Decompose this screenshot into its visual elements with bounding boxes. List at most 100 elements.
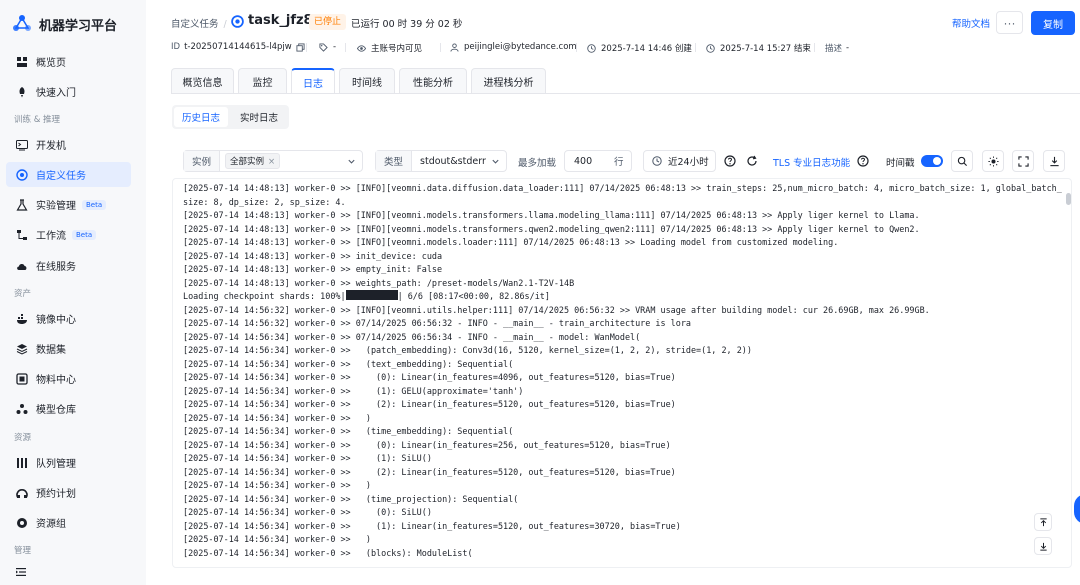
max-lines-input[interactable]: 400 行 [564,150,632,172]
log-line: [2025-07-14 14:56:34] worker-0 >> (2): L… [183,399,676,409]
search-icon [957,156,967,166]
breadcrumb-separator: / [223,19,227,30]
tag-close-icon[interactable]: × [268,157,275,167]
sidebar-item-online-service[interactable]: 在线服务 [6,253,131,278]
fullscreen-button[interactable] [1012,150,1034,172]
chevron-down-icon [348,159,355,164]
brand[interactable]: 机器学习平台 [12,13,117,35]
type-value: stdout&stderr [420,155,486,167]
time-range-picker[interactable]: 近24小时 [643,150,716,172]
platform-logo-icon [13,15,31,31]
log-line: [2025-07-14 14:56:34] worker-0 >> ) [183,534,371,544]
sidebar-item-label: 在线服务 [36,262,76,273]
log-line: [2025-07-14 14:48:13] worker-0 >> init_d… [183,250,443,261]
tab-logs[interactable]: 日志 [291,68,335,94]
schedule-icon [16,487,28,499]
sidebar-item-custom-task[interactable]: 自定义任务 [6,162,131,187]
scroll-top-button[interactable] [1034,513,1052,531]
log-line: [2025-07-14 14:56:34] worker-0 >> (1): S… [183,453,432,463]
created-value: 2025-7-14 14:46 创建 [601,44,692,54]
help-docs-link[interactable]: 帮助文档 [952,16,990,30]
log-line: [2025-07-14 14:56:34] worker-0 >> (1): G… [183,385,524,396]
log-line: Loading checkpoint shards: 100%| | 6/6 [0… [183,290,1063,304]
sidebar-item-dataset[interactable]: 数据集 [6,336,131,361]
sidebar-item-label: 工作流 [36,231,66,242]
sidebar-item-label: 镜像中心 [36,315,76,326]
meta-divider [440,43,441,52]
sidebar-item-devmachine[interactable]: 开发机 [6,132,131,157]
sidebar-item-label: 队列管理 [36,459,76,470]
scroll-bottom-button[interactable] [1034,537,1052,555]
user-icon [450,42,459,52]
meta-divider [576,43,577,52]
tab-monitor[interactable]: 监控 [238,68,287,93]
sidebar-item-overview[interactable]: 概览页 [6,49,131,74]
beta-badge: Beta [82,199,107,210]
subtab-realtime-logs[interactable]: 实时日志 [231,107,287,127]
sidebar-item-schedule[interactable]: 预约计划 [6,480,131,505]
sidebar-group-training: 训练 & 推理 [14,115,61,125]
log-line: [2025-07-14 14:56:34] worker-0 >> (text_… [183,358,514,369]
main-content: 自定义任务 / task_jfz8s 已停止 已运行 00 时 39 分 02 秒… [146,0,1080,585]
theme-button[interactable] [982,150,1004,172]
sidebar: 机器学习平台 概览页 快速入门 训练 & 推理 开发机 自定义任务 实验管理 B… [0,0,146,585]
help-icon[interactable] [724,155,736,167]
description-label: 描述 [825,44,843,54]
tab-timeline[interactable]: 时间线 [339,68,395,93]
log-line: [2025-07-14 14:56:34] worker-0 >> 07/14/… [183,331,641,342]
help-icon[interactable] [857,155,869,167]
log-scrollbar[interactable] [1066,193,1071,205]
log-line: [2025-07-14 14:48:13] worker-0 >> empty_… [183,264,443,274]
log-subtabs: 历史日志 实时日志 [172,105,289,129]
ended-value: 2025-7-14 15:27 结束 [720,44,811,54]
sidebar-item-model-repo[interactable]: 模型仓库 [6,396,131,421]
max-lines-unit: 行 [614,157,624,168]
queue-icon [16,457,28,469]
log-viewer[interactable]: [2025-07-14 14:48:13] worker-0 >> [INFO]… [172,178,1072,568]
refresh-icon[interactable] [746,155,758,167]
timestamp-toggle[interactable] [921,155,943,167]
sidebar-item-quickstart[interactable]: 快速入门 [6,79,131,104]
terminal-icon [16,139,28,151]
rocket-icon [16,86,28,98]
sidebar-item-workflow[interactable]: 工作流 Beta [6,222,131,247]
log-line: [2025-07-14 14:56:34] worker-0 >> (0): S… [183,507,432,517]
log-line: [2025-07-14 14:48:13] worker-0 >> [INFO]… [183,210,920,220]
clock-icon [706,43,715,53]
visibility: 主账号内可见 [357,42,422,54]
sidebar-item-label: 数据集 [36,345,66,356]
progress-bar-redacted [345,290,398,300]
log-line: [2025-07-14 14:56:34] worker-0 >> ) [183,412,371,423]
sidebar-item-experiment[interactable]: 实验管理 Beta [6,192,131,217]
copy-button[interactable]: 复制 [1031,11,1075,35]
timestamp-label: 时间戳 [886,158,915,169]
log-line: [2025-07-14 14:56:34] worker-0 >> (0): L… [183,372,676,382]
sidebar-item-queue[interactable]: 队列管理 [6,450,131,475]
more-actions-button[interactable]: ··· [996,11,1023,34]
menu-collapse-icon[interactable] [15,566,27,578]
log-line: [2025-07-14 14:56:32] worker-0 >> 07/14/… [183,318,691,328]
sidebar-item-resource-group[interactable]: 资源组 [6,510,131,535]
instance-select[interactable]: 实例 全部实例 × [183,150,363,172]
ended-time: 2025-7-14 15:27 结束 [706,42,811,54]
sidebar-item-label: 预约计划 [36,489,76,500]
meta-divider [695,43,696,52]
copy-icon[interactable] [296,42,305,52]
breadcrumb-custom-task[interactable]: 自定义任务 [171,19,219,30]
meta-divider [345,43,346,52]
sidebar-item-label: 资源组 [36,519,66,530]
search-button[interactable] [951,150,973,172]
tls-log-link[interactable]: TLS 专业日志功能 [773,155,850,169]
log-line: [2025-07-14 14:56:34] worker-0 >> (2): L… [183,466,676,477]
tab-stack-analysis[interactable]: 进程栈分析 [471,68,546,93]
subtab-history-logs[interactable]: 历史日志 [174,107,228,127]
type-select[interactable]: 类型 stdout&stderr [375,150,507,172]
download-button[interactable] [1043,150,1065,172]
app-root: 机器学习平台 概览页 快速入门 训练 & 推理 开发机 自定义任务 实验管理 B… [0,0,1080,585]
task-tags[interactable]: - [319,42,336,52]
tab-overview[interactable]: 概览信息 [171,68,234,93]
sidebar-item-material[interactable]: 物料中心 [6,366,131,391]
tab-performance[interactable]: 性能分析 [399,68,467,93]
tag-value: - [333,42,337,52]
sidebar-item-image-center[interactable]: 镜像中心 [6,306,131,331]
